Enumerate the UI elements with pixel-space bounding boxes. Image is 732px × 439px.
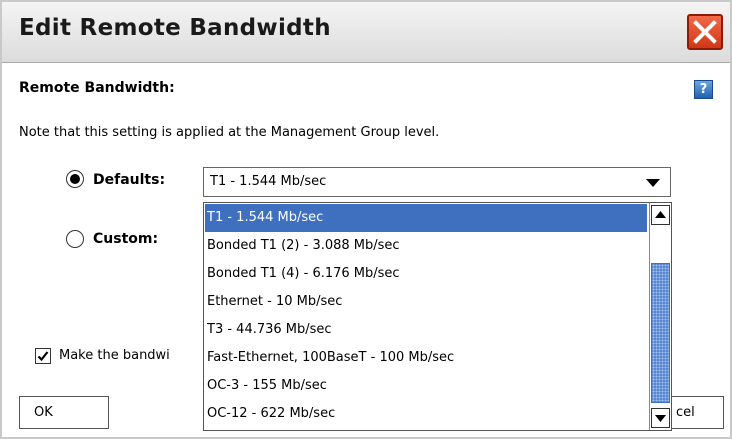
arrow-up-icon <box>655 211 666 218</box>
dropdown-arrow-icon[interactable] <box>646 179 660 187</box>
bandwidth-select[interactable]: T1 - 1.544 Mb/sec <box>203 167 671 197</box>
cancel-button[interactable]: cel <box>664 396 724 429</box>
make-default-checkbox[interactable] <box>35 348 51 364</box>
checkmark-icon <box>37 351 49 362</box>
bandwidth-select-value: T1 - 1.544 Mb/sec <box>210 174 327 189</box>
dropdown-option[interactable]: Ethernet - 10 Mb/sec <box>205 288 647 316</box>
ok-label: OK <box>34 405 53 420</box>
dropdown-option[interactable]: OC-12 - 622 Mb/sec <box>205 400 647 428</box>
section-label: Remote Bandwidth: <box>19 80 175 96</box>
scroll-down-button[interactable] <box>651 408 670 428</box>
dropdown-option[interactable]: T3 - 44.736 Mb/sec <box>205 316 647 344</box>
dropdown-option[interactable]: Bonded T1 (4) - 6.176 Mb/sec <box>205 260 647 288</box>
cancel-label: cel <box>676 405 695 420</box>
custom-radio[interactable] <box>66 230 84 248</box>
dropdown-option[interactable]: Fast-Ethernet, 100BaseT - 100 Mb/sec <box>205 344 647 372</box>
dialog-title: Edit Remote Bandwidth <box>19 15 331 41</box>
dropdown-option[interactable]: T1 - 1.544 Mb/sec <box>205 204 647 232</box>
note-text: Note that this setting is applied at the… <box>19 125 440 140</box>
bandwidth-dropdown-list[interactable]: T1 - 1.544 Mb/sec Bonded T1 (2) - 3.088 … <box>203 202 672 431</box>
custom-label: Custom: <box>93 231 159 247</box>
defaults-label: Defaults: <box>93 172 166 188</box>
dropdown-scrollbar[interactable] <box>649 203 671 430</box>
radio-selected-dot <box>70 174 80 184</box>
dropdown-option[interactable]: OC-3 - 155 Mb/sec <box>205 372 647 400</box>
scroll-up-button[interactable] <box>651 205 670 225</box>
scroll-thumb[interactable] <box>651 263 670 403</box>
dropdown-option[interactable]: Bonded T1 (2) - 3.088 Mb/sec <box>205 232 647 260</box>
help-icon[interactable]: ? <box>694 80 713 99</box>
close-icon <box>693 20 717 44</box>
arrow-down-icon <box>655 415 666 422</box>
title-bar[interactable]: Edit Remote Bandwidth <box>2 2 730 63</box>
ok-button[interactable]: OK <box>19 396 109 429</box>
defaults-radio[interactable] <box>66 170 84 188</box>
make-default-label: Make the bandwi <box>59 348 170 363</box>
close-button[interactable] <box>687 14 723 50</box>
edit-remote-bandwidth-dialog: Edit Remote Bandwidth Remote Bandwidth: … <box>0 0 732 439</box>
